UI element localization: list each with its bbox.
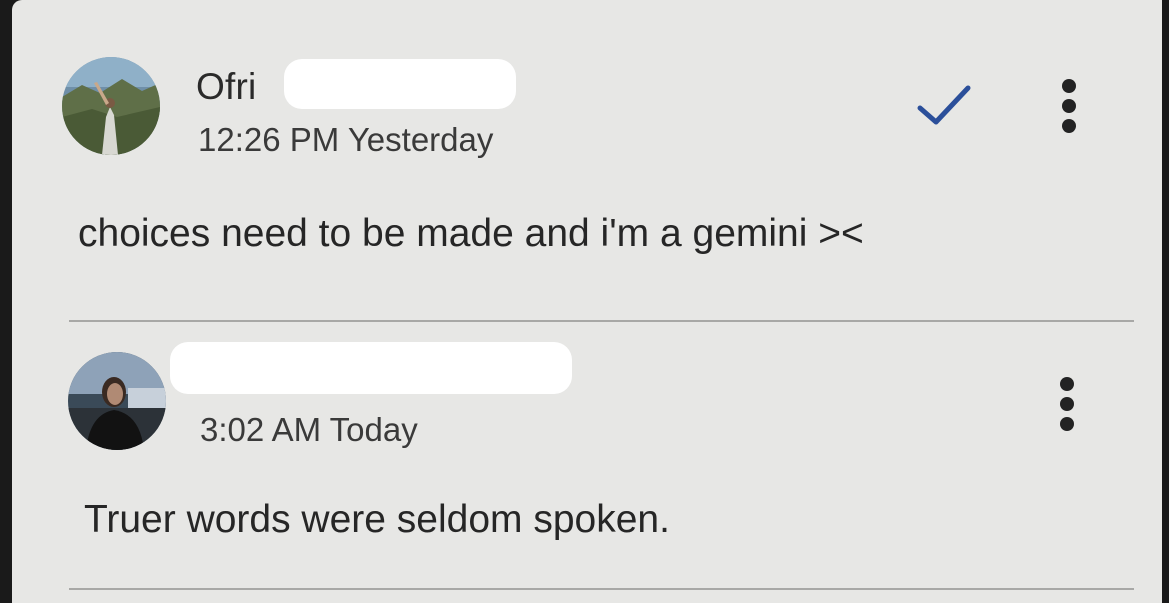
comment-item: Ofri 12:26 PM Yesterday choices need to … — [12, 0, 1162, 322]
avatar[interactable] — [62, 57, 160, 155]
comment-text: Truer words were seldom spoken. — [84, 498, 670, 541]
avatar-photo — [62, 57, 160, 155]
redaction-mark — [170, 342, 572, 394]
comment-timestamp: 3:02 AM Today — [200, 411, 418, 448]
more-vert-icon[interactable] — [1052, 376, 1082, 432]
author-name: Ofri — [196, 66, 257, 107]
avatar-photo — [68, 352, 166, 450]
avatar[interactable] — [68, 352, 166, 450]
comment-timestamp: 12:26 PM Yesterday — [198, 121, 494, 158]
comment-thread: Ofri 12:26 PM Yesterday choices need to … — [12, 0, 1162, 603]
more-vert-icon[interactable] — [1054, 78, 1084, 134]
comment-text: choices need to be made and i'm a gemini… — [78, 212, 864, 255]
divider — [69, 588, 1134, 590]
comment-item: 3:02 AM Today Truer words were seldom sp… — [12, 322, 1162, 603]
checkmark-icon[interactable] — [914, 82, 974, 130]
redaction-mark — [284, 59, 516, 109]
